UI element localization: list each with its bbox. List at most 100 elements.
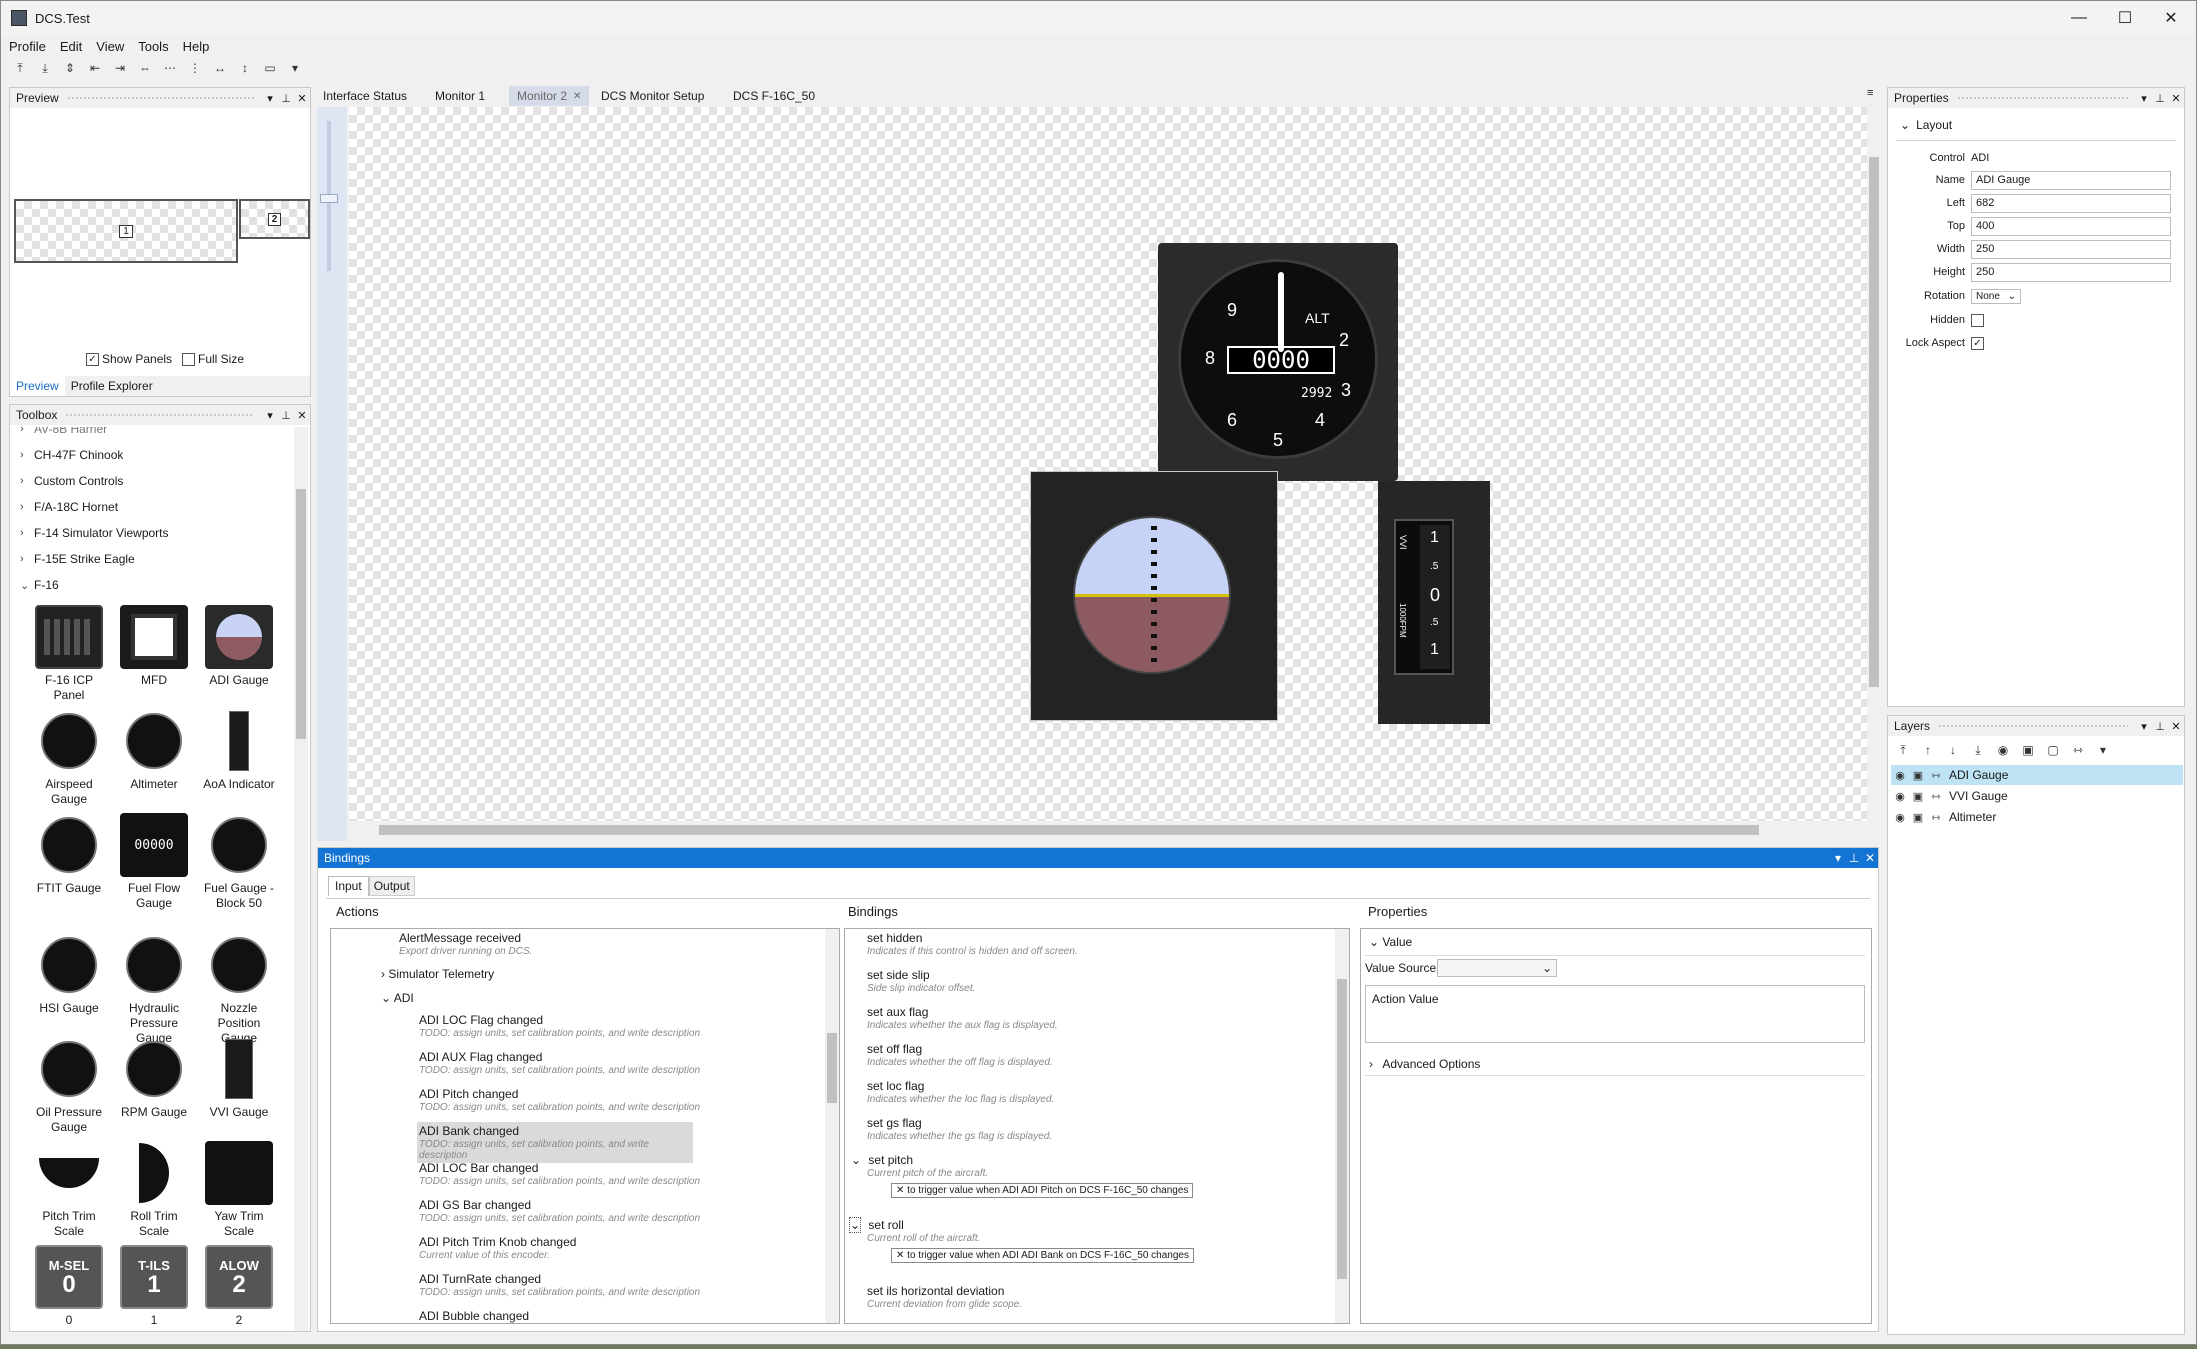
remove-icon[interactable]: ✕ (896, 1185, 907, 1196)
tab-dcs-monitor-setup[interactable]: DCS Monitor Setup (593, 86, 712, 106)
align-right-icon[interactable]: ⇥ (109, 58, 131, 78)
rotation-dropdown[interactable]: None ⌄ (1971, 288, 2021, 304)
distribute-vertical-icon[interactable]: ⋮ (184, 58, 206, 78)
canvas-v-scrollbar[interactable] (1867, 107, 1881, 821)
tile-nozzle-position-gauge[interactable]: Nozzle Position Gauge (199, 933, 279, 1046)
vvi-control[interactable]: 1 .5 0 .5 1 VVI 1000FPM (1378, 481, 1490, 724)
make-same-size-icon[interactable]: ▭ (259, 58, 281, 78)
tile-hydraulic-pressure-gauge[interactable]: Hydraulic Pressure Gauge (114, 933, 194, 1046)
tab-monitor-2[interactable]: Monitor 2 ✕ (509, 86, 590, 106)
tile-rpm-gauge[interactable]: RPM Gauge (114, 1037, 194, 1120)
space-horizontal-icon[interactable]: ↔ (209, 58, 231, 78)
align-center-icon[interactable]: ⇔ (134, 58, 156, 78)
tile-altimeter[interactable]: Altimeter (114, 709, 194, 792)
toolbox-scroll-thumb[interactable] (296, 489, 306, 739)
resize-icon[interactable]: ⇿ (2067, 740, 2089, 760)
lock-icon[interactable]: ▣ (1909, 811, 1927, 824)
tree-item-f14[interactable]: › F-14 Simulator Viewports (20, 523, 169, 543)
menu-profile[interactable]: Profile (9, 39, 46, 54)
canvas-h-scroll-thumb[interactable] (379, 825, 1759, 835)
panel-dropdown-icon[interactable]: ▾ (262, 92, 278, 105)
full-size-option[interactable]: Full Size (182, 352, 244, 366)
visibility-icon[interactable]: ◉ (1992, 740, 2014, 760)
bring-forward-icon[interactable]: ↑ (1917, 740, 1939, 760)
pin-icon[interactable]: ⊥ (278, 409, 294, 422)
action-adi-pitch[interactable]: ADI Pitch changed TODO: assign units, set… (419, 1087, 700, 1113)
action-adi-loc-flag[interactable]: ADI LOC Flag changed TODO: assign units, … (419, 1013, 700, 1039)
value-section[interactable]: ⌄ Value (1369, 935, 1412, 949)
tile-tils[interactable]: T-ILS 1 1 (114, 1245, 194, 1328)
resize-icon[interactable]: ⇿ (1927, 790, 1945, 803)
close-button[interactable]: ✕ (2148, 1, 2194, 35)
prop-width-field[interactable]: 250 (1971, 239, 2171, 259)
lock-icon[interactable]: ▣ (1909, 769, 1927, 782)
tile-adi-gauge[interactable]: ADI Gauge (199, 605, 279, 688)
binding-set-loc-flag[interactable]: set loc flag Indicates whether the loc fl… (867, 1079, 1054, 1105)
layer-row-altimeter[interactable]: ◉ ▣ ⇿ Altimeter (1891, 807, 2183, 827)
prop-left-field[interactable]: 682 (1971, 193, 2171, 213)
panel-dropdown-icon[interactable]: ▾ (2136, 720, 2152, 733)
binding-set-hidden[interactable]: set hidden Indicates if this control is h… (867, 931, 1078, 957)
layer-row-vvi[interactable]: ◉ ▣ ⇿ VVI Gauge (1891, 786, 2183, 806)
space-vertical-icon[interactable]: ↕ (234, 58, 256, 78)
layout-section[interactable]: ⌄ Layout (1900, 118, 1952, 132)
full-size-checkbox[interactable] (182, 352, 195, 366)
tab-close-icon[interactable]: ✕ (573, 91, 581, 102)
value-source-dropdown[interactable]: ⌄ (1437, 959, 1557, 977)
bindings-scrollbar[interactable] (1335, 929, 1349, 1323)
close-icon[interactable]: ✕ (294, 92, 310, 105)
pin-icon[interactable]: ⊥ (2152, 92, 2168, 105)
close-icon[interactable]: ✕ (1862, 851, 1878, 865)
tab-output[interactable]: Output (368, 876, 415, 896)
tab-preview[interactable]: Preview (10, 376, 65, 396)
panel-dropdown-icon[interactable]: ▾ (262, 409, 278, 422)
binding-set-gs-flag[interactable]: set gs flag Indicates whether the gs flag… (867, 1116, 1052, 1142)
action-adi-aux-flag[interactable]: ADI AUX Flag changed TODO: assign units, … (419, 1050, 700, 1076)
eye-icon[interactable]: ◉ (1891, 790, 1909, 803)
menu-tools[interactable]: Tools (138, 39, 168, 54)
tile-pitch-trim-scale[interactable]: Pitch Trim Scale (29, 1141, 109, 1239)
tree-item-fa18c[interactable]: › F/A-18C Hornet (20, 497, 118, 517)
tree-item-f16[interactable]: ⌄ F-16 (20, 575, 59, 595)
align-middle-icon[interactable]: ⇕ (59, 58, 81, 78)
tab-dcs-f16c[interactable]: DCS F-16C_50 (725, 86, 823, 106)
minimize-button[interactable]: — (2056, 1, 2102, 35)
action-adi-bubble[interactable]: ADI Bubble changed (419, 1309, 529, 1323)
maximize-button[interactable]: ☐ (2102, 1, 2148, 35)
align-left-icon[interactable]: ⇤ (84, 58, 106, 78)
close-icon[interactable]: ✕ (2168, 720, 2184, 733)
menu-help[interactable]: Help (183, 39, 210, 54)
tile-hsi-gauge[interactable]: HSI Gauge (29, 933, 109, 1016)
preview-grip[interactable] (66, 95, 254, 101)
pin-icon[interactable]: ⊥ (1846, 851, 1862, 865)
prop-top-field[interactable]: 400 (1971, 216, 2171, 236)
tile-yaw-trim-scale[interactable]: Yaw Trim Scale (199, 1141, 279, 1239)
layers-grip[interactable] (1938, 723, 2128, 729)
action-adi-bank[interactable]: ADI Bank changed TODO: assign units, set … (417, 1122, 693, 1163)
panel-dropdown-icon[interactable]: ▾ (1830, 851, 1846, 865)
eye-icon[interactable]: ◉ (1891, 811, 1909, 824)
tree-item-ch47f[interactable]: › CH-47F Chinook (20, 445, 123, 465)
pin-icon[interactable]: ⊥ (2152, 720, 2168, 733)
remove-icon[interactable]: ✕ (896, 1250, 907, 1261)
tab-profile-explorer[interactable]: Profile Explorer (65, 379, 159, 393)
toolbar-overflow-icon[interactable]: ▾ (284, 58, 306, 78)
pitch-binding-token[interactable]: ✕ to trigger value when ADI ADI Pitch on… (891, 1183, 1194, 1198)
tile-alow[interactable]: ALOW 2 2 (199, 1245, 279, 1328)
action-adi-turnrate[interactable]: ADI TurnRate changed TODO: assign units, … (419, 1272, 700, 1298)
toolbox-scrollbar[interactable] (294, 427, 308, 1331)
tile-oil-pressure-gauge[interactable]: Oil Pressure Gauge (29, 1037, 109, 1135)
action-simulator-telemetry[interactable]: › Simulator Telemetry (381, 967, 494, 981)
layer-row-adi[interactable]: ◉ ▣ ⇿ ADI Gauge (1891, 765, 2183, 785)
resize-icon[interactable]: ⇿ (1927, 811, 1945, 824)
tile-fuel-gauge[interactable]: Fuel Gauge - Block 50 (199, 813, 279, 911)
binding-set-side-slip[interactable]: set side slip Side slip indicator offset. (867, 968, 975, 994)
tile-aoa-indicator[interactable]: AoA Indicator (199, 709, 279, 792)
tree-item-av8b[interactable]: › AV-8B Harrier (20, 427, 107, 439)
tab-monitor-1[interactable]: Monitor 1 (427, 86, 493, 106)
tab-list-icon[interactable]: ≡ (1867, 87, 1873, 99)
binding-set-off-flag[interactable]: set off flag Indicates whether the off fl… (867, 1042, 1053, 1068)
unlock-icon[interactable]: ▢ (2042, 740, 2064, 760)
action-alertmessage[interactable]: AlertMessage received Export driver runni… (399, 931, 532, 957)
monitor-1-preview[interactable]: 1 (14, 199, 238, 263)
